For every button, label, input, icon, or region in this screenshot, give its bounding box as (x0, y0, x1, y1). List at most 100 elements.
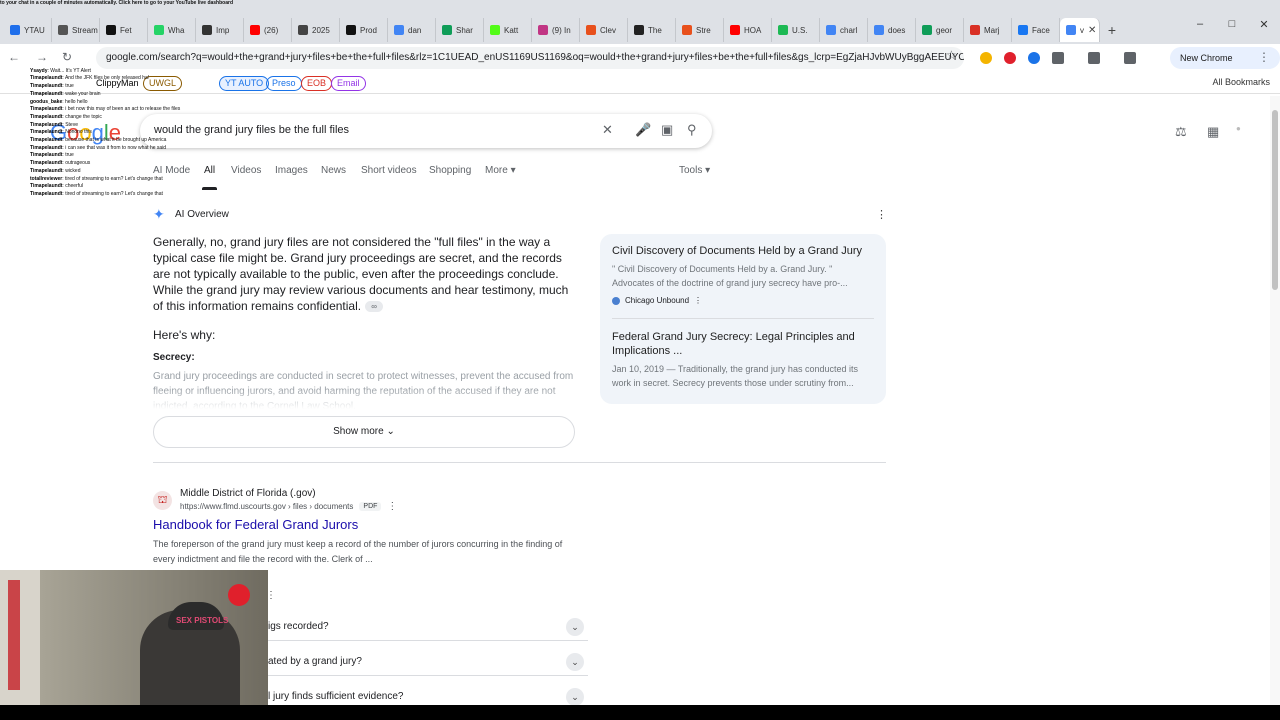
result-snippet: The foreperson of the grand jury must ke… (153, 539, 563, 564)
tab-favicon-icon (970, 25, 980, 35)
browser-tab[interactable]: (9) In (532, 18, 580, 42)
bookmark-preso[interactable]: Preso (266, 76, 302, 91)
clear-icon[interactable]: ✕ (602, 122, 613, 138)
chat-text: i can see that was it from to now what h… (65, 144, 167, 151)
tab-label: Marj (984, 25, 1000, 35)
chat-text: cheerful (65, 183, 83, 190)
result-title[interactable]: Handbook for Federal Grand Jurors (153, 517, 358, 532)
browser-tab[interactable]: Marj (964, 18, 1012, 42)
page-scrollbar[interactable] (1270, 96, 1280, 705)
chat-message: Timapelaundt: i can see that was it from… (30, 145, 260, 153)
browser-tab[interactable]: Stre (676, 18, 724, 42)
tab-news[interactable]: News (321, 165, 346, 176)
all-bookmarks[interactable]: All Bookmarks (1212, 77, 1270, 87)
chat-header: to your chat in a couple of minutes auto… (0, 0, 233, 6)
scrollbar-thumb[interactable] (1272, 110, 1278, 290)
chat-text: wake your brain (65, 90, 101, 97)
paa-question[interactable]: ated by a grand jury? ⌄ (268, 648, 588, 676)
source-title[interactable]: Federal Grand Jury Secrecy: Legal Princi… (612, 330, 872, 358)
link-icon[interactable]: ∞ (365, 301, 384, 313)
tab-favicon-icon (634, 25, 644, 35)
browser-tab[interactable]: HOA (724, 18, 772, 42)
new-tab-icon[interactable]: + (1100, 18, 1124, 42)
chat-text: outrageous (65, 160, 91, 167)
close-window-icon[interactable]: ✕ (1248, 18, 1280, 31)
chat-username: Timapelaundt (30, 121, 63, 128)
browser-tab[interactable]: 2025 (292, 18, 340, 42)
tab-short-videos[interactable]: Short videos (361, 165, 417, 176)
close-tab-icon[interactable]: ✕ (1088, 25, 1096, 36)
chat-username: Timapelaundt (30, 129, 63, 136)
search-icon[interactable]: ⚲ (687, 122, 697, 138)
chat-username: Timapelaundt (30, 152, 63, 159)
maximize-icon[interactable]: □ (1216, 18, 1248, 31)
ai-sources-panel: Civil Discovery of Documents Held by a G… (600, 234, 886, 404)
minimize-icon[interactable]: – (1184, 18, 1216, 31)
tab-label: geor (936, 25, 953, 35)
browser-tab[interactable]: Face (1012, 18, 1060, 42)
browser-tab[interactable]: Shar (436, 18, 484, 42)
browser-tab[interactable]: v ✕ (1060, 18, 1100, 42)
extension-icon[interactable] (1028, 52, 1040, 64)
tab-shopping[interactable]: Shopping (429, 165, 471, 176)
ai-overview-text: Generally, no, grand jury files are not … (153, 235, 569, 313)
browser-tab[interactable]: dan (388, 18, 436, 42)
tab-search-icon[interactable] (1088, 52, 1100, 64)
tab-label: The (648, 25, 662, 35)
extension-icon[interactable] (980, 52, 992, 64)
tab-favicon-icon (298, 25, 308, 35)
webcam-overlay: SEX PISTOLS (0, 570, 268, 720)
account-avatar[interactable]: ● (1236, 124, 1241, 133)
bookmark-email[interactable]: Email (331, 76, 366, 91)
divider (612, 318, 874, 319)
show-more-button[interactable]: Show more ⌄ (153, 416, 575, 448)
paa-question[interactable]: l jury finds sufficient evidence? ⌄ (268, 683, 588, 705)
chevron-down-icon: ⌄ (566, 653, 584, 671)
bottom-bar (0, 705, 1280, 720)
extension-icon[interactable] (1004, 52, 1016, 64)
chat-message: Timapelaundt: Steve (30, 122, 260, 130)
chrome-menu-icon[interactable]: ⋮ (1258, 50, 1270, 64)
bookmark-star-icon[interactable]: ☆ (946, 48, 957, 62)
lens-icon[interactable]: ▣ (661, 122, 673, 138)
apps-grid-icon[interactable]: ▦ (1207, 124, 1219, 140)
tab-images[interactable]: Images (275, 165, 308, 176)
source-snippet: Jan 10, 2019 — Traditionally, the grand … (612, 364, 858, 388)
browser-tab[interactable]: Katt (484, 18, 532, 42)
more-options-icon[interactable]: ⋮ (694, 296, 702, 305)
chevron-down-icon: ⌄ (566, 618, 584, 636)
extensions-puzzle-icon[interactable] (1052, 52, 1064, 64)
browser-tab[interactable]: U.S. (772, 18, 820, 42)
chat-username: Timapelaundt (30, 183, 63, 190)
chat-text: i bet now this may of been an act to rel… (65, 106, 181, 113)
voice-search-icon[interactable]: 🎤 (635, 122, 651, 138)
chat-username: Timapelaundt (30, 167, 63, 174)
reading-list-icon[interactable] (1124, 52, 1136, 64)
bookmark-eob[interactable]: EOB (301, 76, 333, 91)
more-options-icon[interactable]: ⋮ (387, 501, 397, 512)
chevron-down-icon: ⌄ (386, 426, 395, 437)
tab-more[interactable]: More ▾ (485, 165, 516, 176)
source-card[interactable]: Civil Discovery of Documents Held by a G… (612, 244, 872, 305)
browser-tab[interactable]: Prod (340, 18, 388, 42)
tools-button[interactable]: Tools ▾ (679, 165, 710, 176)
source-card[interactable]: Federal Grand Jury Secrecy: Legal Princi… (612, 330, 872, 390)
result-site-name[interactable]: Middle District of Florida (.gov) (180, 488, 316, 499)
tab-label: Face (1032, 25, 1050, 35)
browser-tab[interactable]: geor (916, 18, 964, 42)
labs-icon[interactable]: ⚖ (1175, 124, 1187, 140)
tab-favicon-icon (490, 25, 500, 35)
browser-tab[interactable]: Clev (580, 18, 628, 42)
browser-tab[interactable]: The (628, 18, 676, 42)
browser-tab[interactable]: charl (820, 18, 868, 42)
chat-text: wicked (65, 167, 81, 174)
more-options-icon[interactable]: ⋮ (876, 208, 887, 221)
chat-username: totallreviewer (30, 175, 63, 182)
stream-chat-overlay: to your chat in a couple of minutes auto… (0, 0, 260, 245)
result-url: https://www.flmd.uscourts.gov › files › … (180, 501, 398, 512)
chat-username: Timapelaundt (30, 75, 63, 82)
source-title[interactable]: Civil Discovery of Documents Held by a G… (612, 244, 872, 258)
paa-question[interactable]: igs recorded? ⌄ (268, 613, 588, 641)
tab-label: does (888, 25, 906, 35)
browser-tab[interactable]: does (868, 18, 916, 42)
